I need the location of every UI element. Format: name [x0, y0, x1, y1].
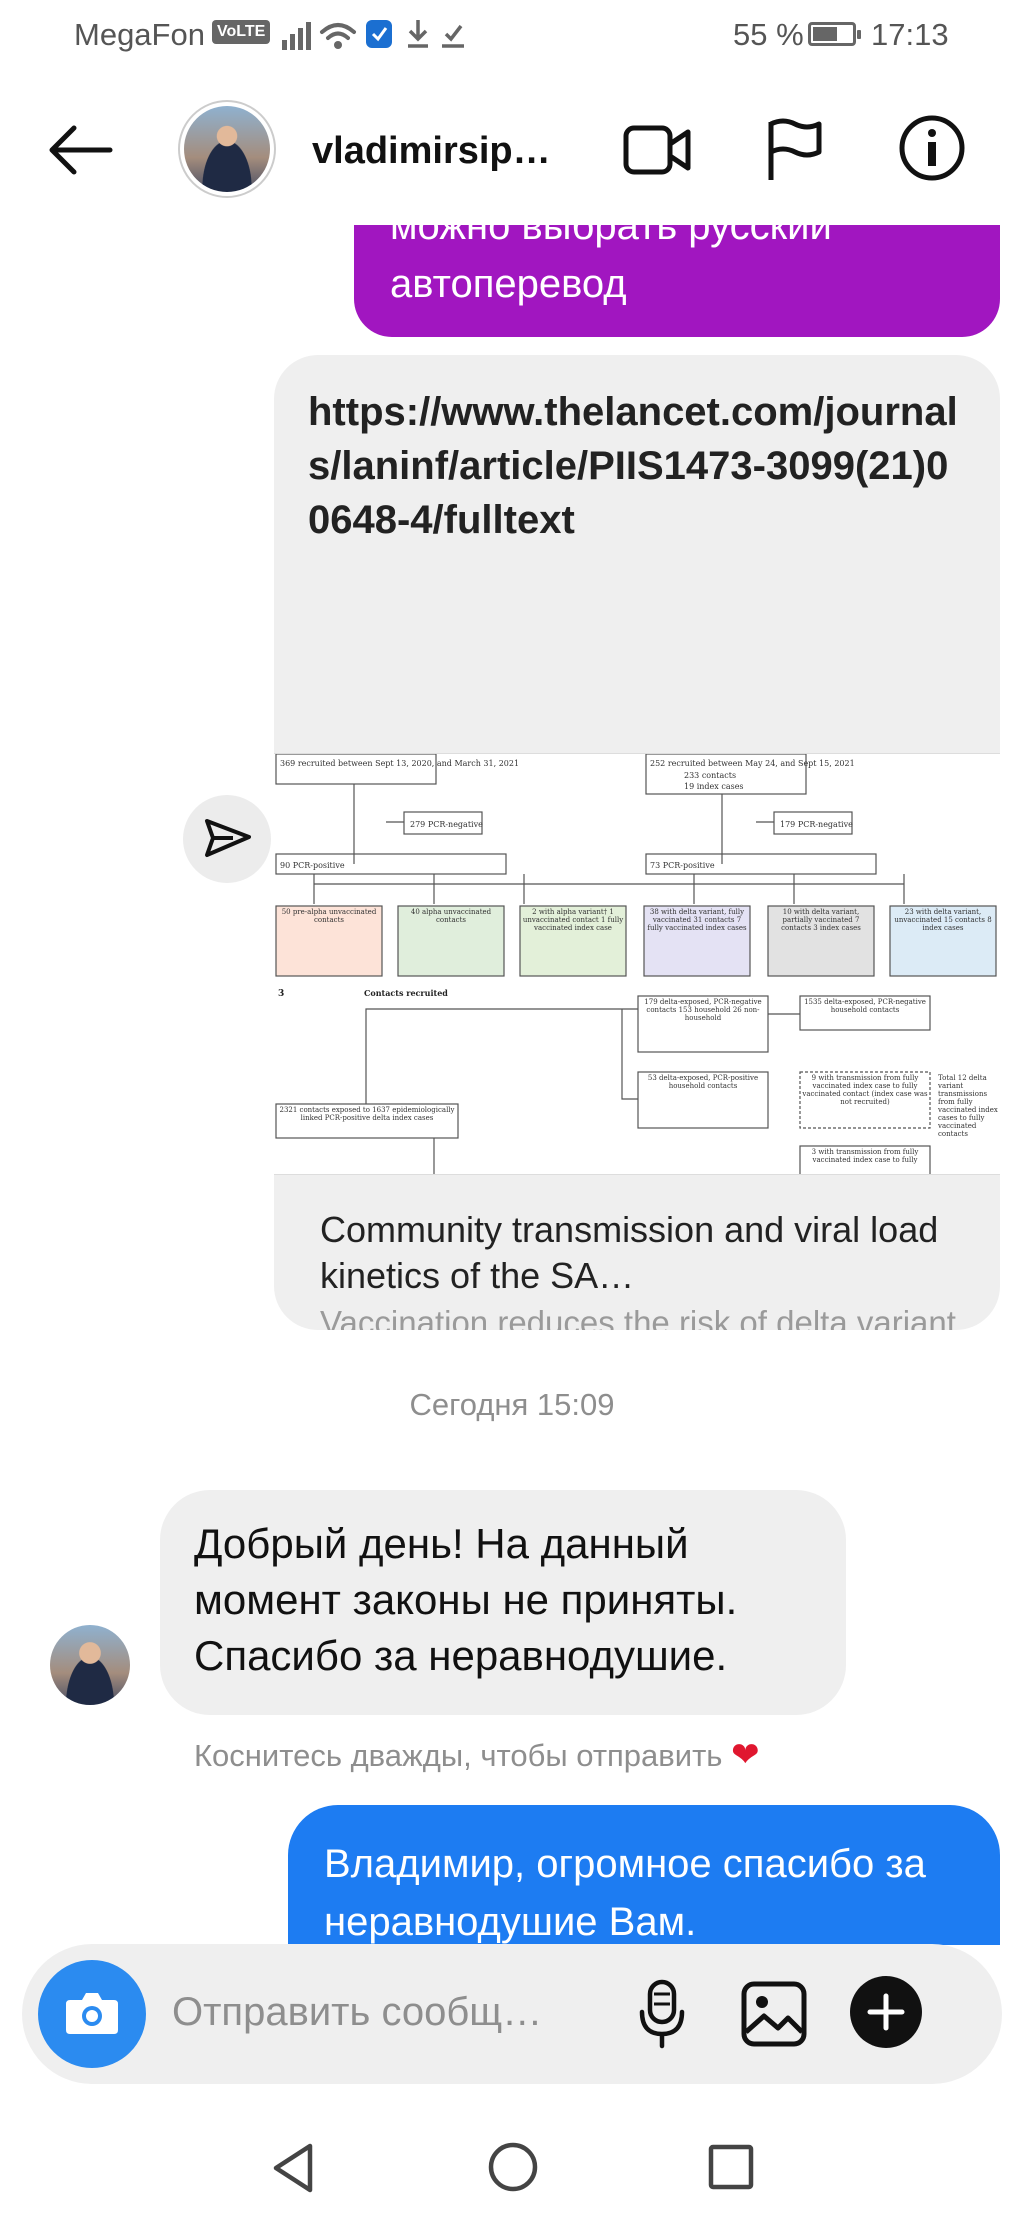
- figure-text: 90 PCR-positive: [280, 861, 345, 870]
- microphone-icon[interactable]: [634, 1978, 690, 2055]
- figure-box-text: 53 delta-exposed, PCR-positive household…: [647, 1074, 759, 1090]
- message-input[interactable]: Отправить сообщ…: [172, 1990, 542, 2035]
- figure-box-text: 10 with delta variant, partially vaccina…: [781, 908, 861, 932]
- outgoing-message[interactable]: Владимир, огромное спасибо за неравнодуш…: [288, 1805, 1000, 1945]
- outgoing-message[interactable]: можно выбрать русский автоперевод: [354, 225, 1000, 337]
- nav-back-icon[interactable]: [268, 2140, 318, 2201]
- avatar[interactable]: [178, 100, 276, 198]
- flag-icon[interactable]: [765, 116, 823, 187]
- figure-text: 369 recruited between Sept 13, 2020, and…: [280, 759, 519, 768]
- info-icon[interactable]: [898, 114, 966, 187]
- carrier-name: MegaFon: [74, 17, 205, 52]
- chat-thread[interactable]: можно выбрать русский автоперевод https:…: [0, 225, 1024, 1945]
- figure-box-text: 2 with alpha variant† 1 unvaccinated con…: [522, 908, 624, 932]
- message-text: можно выбрать русский автоперевод: [390, 225, 832, 306]
- figure-box-text: 179 delta-exposed, PCR-negative contacts…: [644, 998, 762, 1022]
- figure-box-text: 38 with delta variant, fully vaccinated …: [647, 908, 747, 932]
- figure-text: 73 PCR-positive: [650, 861, 715, 870]
- add-icon[interactable]: [850, 1976, 922, 2048]
- hint-text: Коснитесь дважды, чтобы отправить: [194, 1738, 723, 1773]
- sender-avatar[interactable]: [50, 1625, 130, 1705]
- figure-box-text: Total 12 delta variant transmissions fro…: [938, 1074, 998, 1138]
- figure-box-text: 23 with delta variant, unvaccinated 15 c…: [894, 908, 992, 932]
- figure-text: 19 index cases: [684, 782, 744, 791]
- message-composer: Отправить сообщ…: [22, 1944, 1002, 2084]
- heart-icon[interactable]: ❤: [731, 1736, 760, 1774]
- clock: 17:13: [871, 17, 949, 52]
- figure-box-text: 2321 contacts exposed to 1637 epidemiolo…: [279, 1106, 455, 1122]
- volte-badge: VoLTE: [212, 20, 271, 44]
- system-nav-bar: [0, 2120, 1024, 2219]
- svg-text:3: 3: [278, 989, 284, 999]
- nav-recents-icon[interactable]: [706, 2142, 756, 2197]
- figure-text: 179 PCR-negative: [780, 820, 853, 829]
- message-timestamp: Сегодня 15:09: [409, 1387, 615, 1422]
- message-text: Добрый день! На данный момент законы не …: [194, 1520, 738, 1679]
- figure-text: 233 contacts: [684, 771, 736, 780]
- status-icons: [280, 14, 480, 62]
- figure-text: 279 PCR-negative: [410, 820, 483, 829]
- link-url[interactable]: https://www.thelancet.com/journals/lanin…: [308, 385, 968, 547]
- article-figure-image: 369 recruited between Sept 13, 2020, and…: [274, 753, 1000, 1175]
- figure-text: Contacts recruited: [364, 988, 448, 998]
- figure-box-text: 9 with transmission from fully vaccinate…: [802, 1074, 928, 1106]
- figure-text: 252 recruited between May 24, and Sept 1…: [650, 759, 855, 768]
- gallery-icon[interactable]: [740, 1980, 808, 2053]
- double-tap-hint[interactable]: Коснитесь дважды, чтобы отправить ❤: [194, 1735, 760, 1775]
- link-preview-card[interactable]: https://www.thelancet.com/journals/lanin…: [274, 355, 1000, 1330]
- back-arrow-icon[interactable]: [44, 120, 114, 180]
- chat-username[interactable]: vladimirsip…: [312, 130, 551, 173]
- figure-box-text: 40 alpha unvaccinated contacts: [410, 908, 492, 924]
- figure-box-text: 1535 delta-exposed, PCR-negative househo…: [804, 998, 926, 1014]
- link-title: Community transmission and viral load ki…: [320, 1209, 939, 1296]
- incoming-message[interactable]: Добрый день! На данный момент законы не …: [160, 1490, 846, 1715]
- message-text: Владимир, огромное спасибо за неравнодуш…: [324, 1842, 926, 1944]
- share-button[interactable]: [183, 795, 271, 883]
- camera-icon[interactable]: [38, 1960, 146, 2068]
- link-description: Vaccination reduces the risk of delta va…: [320, 1304, 956, 1330]
- chat-header: vladimirsip…: [0, 90, 1024, 210]
- battery-icon: [808, 22, 861, 46]
- status-bar: MegaFon VoLTE 55 % 17:13: [0, 0, 1024, 72]
- battery-percent: 55 %: [733, 17, 804, 52]
- figure-box-text: 3 with transmission from fully vaccinate…: [811, 1148, 919, 1164]
- video-call-icon[interactable]: [622, 118, 694, 187]
- nav-home-icon[interactable]: [486, 2140, 540, 2199]
- figure-box-text: 50 pre-alpha unvaccinated contacts: [281, 908, 377, 924]
